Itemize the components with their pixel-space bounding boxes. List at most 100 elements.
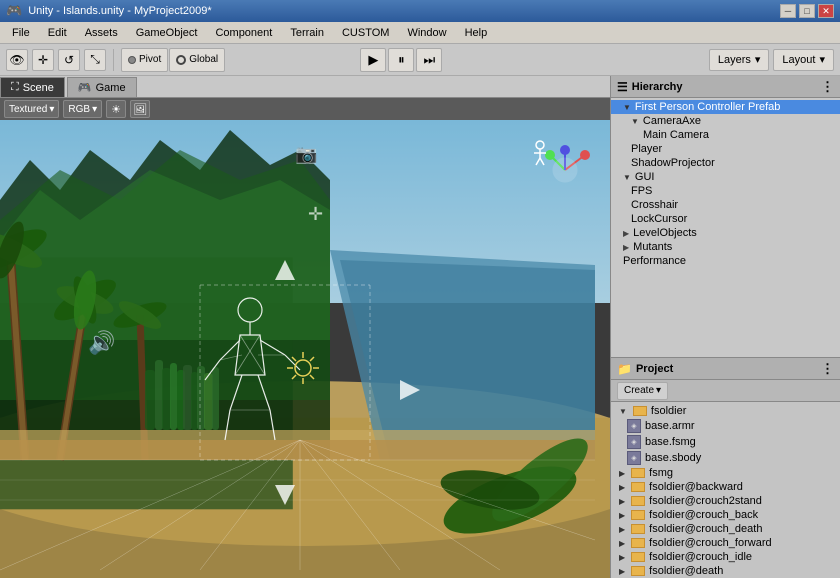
- hierarchy-list[interactable]: ▼ First Person Controller Prefab ▼ Camer…: [611, 98, 840, 357]
- sun-icon-button[interactable]: ☀: [106, 100, 126, 118]
- hierarchy-item-firstperson[interactable]: ▼ First Person Controller Prefab: [611, 100, 840, 114]
- project-menu-icon[interactable]: ⋮: [821, 361, 834, 377]
- project-item-crouch-forward[interactable]: ▶ fsoldier@crouch_forward: [611, 536, 840, 550]
- hierarchy-item-lockcursor[interactable]: LockCursor: [611, 212, 840, 226]
- play-controls: ▶ ⏸ ⏭: [360, 48, 442, 72]
- menu-terrain[interactable]: Terrain: [282, 25, 332, 41]
- scale-tool-button[interactable]: ⤡: [84, 49, 106, 71]
- hierarchy-item-levelobjects[interactable]: ▶ LevelObjects: [611, 226, 840, 240]
- scene-svg: 🔊 ✛: [0, 120, 610, 578]
- title-bar: 🎮 Unity - Islands.unity - MyProject2009*…: [0, 0, 840, 22]
- pivot-global-group: Pivot Global: [121, 48, 225, 72]
- folder-icon-5: [631, 510, 645, 520]
- svg-text:🔊: 🔊: [88, 329, 115, 356]
- hierarchy-item-crosshair[interactable]: Crosshair: [611, 198, 840, 212]
- folder-icon-3: [631, 482, 645, 492]
- file-icon-3: ◈: [627, 451, 641, 465]
- file-icon-2: ◈: [627, 435, 641, 449]
- layout-dropdown[interactable]: Layout ▾: [773, 49, 834, 71]
- folder-icon-2: [631, 468, 645, 478]
- hierarchy-item-shadowprojector[interactable]: ShadowProjector: [611, 156, 840, 170]
- project-title: Project: [636, 363, 673, 375]
- project-item-base-armr[interactable]: ◈ base.armr: [611, 418, 840, 434]
- project-item-base-sbody[interactable]: ◈ base.sbody: [611, 450, 840, 466]
- menu-custom[interactable]: CUSTOM: [334, 25, 397, 41]
- textured-dropdown[interactable]: Textured ▾: [4, 100, 59, 118]
- global-button[interactable]: Global: [169, 48, 225, 72]
- tab-game[interactable]: 🎮 Game: [67, 77, 137, 97]
- separator-1: [113, 49, 114, 71]
- tab-scene[interactable]: ⛶ Scene: [0, 77, 65, 97]
- menu-window[interactable]: Window: [399, 25, 454, 41]
- project-item-crouch-back[interactable]: ▶ fsoldier@crouch_back: [611, 508, 840, 522]
- hierarchy-item-fps[interactable]: FPS: [611, 184, 840, 198]
- hierarchy-item-maincamera[interactable]: Main Camera: [611, 128, 840, 142]
- project-toolbar: Create ▾: [611, 380, 840, 402]
- svg-text:📷: 📷: [295, 144, 317, 164]
- unity-icon: 🎮 Unity - Islands.unity - MyProject2009*: [6, 3, 212, 19]
- menu-help[interactable]: Help: [457, 25, 496, 41]
- play-button[interactable]: ▶: [360, 48, 386, 72]
- eye-tool-button[interactable]: 👁: [6, 49, 28, 71]
- menu-edit[interactable]: Edit: [40, 25, 75, 41]
- pause-button[interactable]: ⏸: [388, 48, 414, 72]
- hierarchy-item-performance[interactable]: Performance: [611, 254, 840, 268]
- folder-icon-9: [631, 566, 645, 576]
- main-layout: ⛶ Scene 🎮 Game Textured ▾ RGB ▾ ☀ 🖼: [0, 76, 840, 578]
- svg-text:✛: ✛: [308, 204, 323, 224]
- layers-dropdown[interactable]: Layers ▾: [709, 49, 770, 71]
- create-button[interactable]: Create ▾: [617, 382, 668, 400]
- minimize-button[interactable]: ─: [780, 4, 796, 18]
- hierarchy-item-player[interactable]: Player: [611, 142, 840, 156]
- project-item-crouch-idle[interactable]: ▶ fsoldier@crouch_idle: [611, 550, 840, 564]
- menu-bar: File Edit Assets GameObject Component Te…: [0, 22, 840, 44]
- scene-toolbar: Textured ▾ RGB ▾ ☀ 🖼: [0, 98, 610, 120]
- project-item-base-fsmg[interactable]: ◈ base.fsmg: [611, 434, 840, 450]
- project-item-crouch2stand[interactable]: ▶ fsoldier@crouch2stand: [611, 494, 840, 508]
- project-item-crouch-death[interactable]: ▶ fsoldier@crouch_death: [611, 522, 840, 536]
- title-text: Unity - Islands.unity - MyProject2009*: [28, 5, 211, 17]
- image-icon-button[interactable]: 🖼: [130, 100, 150, 118]
- layers-layout-group: Layers ▾ Layout ▾: [709, 49, 834, 71]
- hierarchy-icon: ☰: [617, 80, 628, 94]
- folder-icon-8: [631, 552, 645, 562]
- move-tool-button[interactable]: ✛: [32, 49, 54, 71]
- hierarchy-title: Hierarchy: [632, 81, 683, 93]
- project-item-fsmg[interactable]: ▶ fsmg: [611, 466, 840, 480]
- project-item-fsoldier-backward[interactable]: ▶ fsoldier@backward: [611, 480, 840, 494]
- project-panel: 📁 Project ⋮ Create ▾ ▼ fsoldier: [611, 358, 840, 578]
- project-list[interactable]: ▼ fsoldier ◈ base.armr ◈ base.fsmg: [611, 402, 840, 578]
- right-panel: ☰ Hierarchy ⋮ ▼ First Person Controller …: [610, 76, 840, 578]
- menu-gameobject[interactable]: GameObject: [128, 25, 206, 41]
- project-icon: 📁: [617, 362, 632, 376]
- folder-icon-7: [631, 538, 645, 548]
- window-controls: ─ □ ✕: [780, 4, 834, 18]
- pivot-button[interactable]: Pivot: [121, 48, 168, 72]
- hierarchy-menu-icon[interactable]: ⋮: [821, 79, 834, 95]
- maximize-button[interactable]: □: [799, 4, 815, 18]
- hierarchy-item-gui[interactable]: ▼ GUI: [611, 170, 840, 184]
- menu-assets[interactable]: Assets: [77, 25, 126, 41]
- hierarchy-item-mutants[interactable]: ▶ Mutants: [611, 240, 840, 254]
- hierarchy-header: ☰ Hierarchy ⋮: [611, 76, 840, 98]
- rgb-dropdown[interactable]: RGB ▾: [63, 100, 102, 118]
- folder-icon: [633, 406, 647, 416]
- file-icon: ◈: [627, 419, 641, 433]
- folder-icon-4: [631, 496, 645, 506]
- scene-viewport[interactable]: 🔊 ✛: [0, 120, 610, 578]
- project-item-death[interactable]: ▶ fsoldier@death: [611, 564, 840, 578]
- close-button[interactable]: ✕: [818, 4, 834, 18]
- project-item-fsoldier[interactable]: ▼ fsoldier: [611, 404, 840, 418]
- view-tabs: ⛶ Scene 🎮 Game: [0, 76, 610, 98]
- folder-icon-6: [631, 524, 645, 534]
- hierarchy-item-cameraaxe[interactable]: ▼ CameraAxe: [611, 114, 840, 128]
- scene-content: 🔊 ✛: [0, 120, 610, 578]
- menu-component[interactable]: Component: [207, 25, 280, 41]
- menu-file[interactable]: File: [4, 25, 38, 41]
- rotate-tool-button[interactable]: ↺: [58, 49, 80, 71]
- project-header: 📁 Project ⋮: [611, 358, 840, 380]
- left-panel: ⛶ Scene 🎮 Game Textured ▾ RGB ▾ ☀ 🖼: [0, 76, 610, 578]
- toolbar: 👁 ✛ ↺ ⤡ Pivot Global ▶ ⏸ ⏭ Layers ▾ Layo…: [0, 44, 840, 76]
- hierarchy-panel: ☰ Hierarchy ⋮ ▼ First Person Controller …: [611, 76, 840, 358]
- step-button[interactable]: ⏭: [416, 48, 442, 72]
